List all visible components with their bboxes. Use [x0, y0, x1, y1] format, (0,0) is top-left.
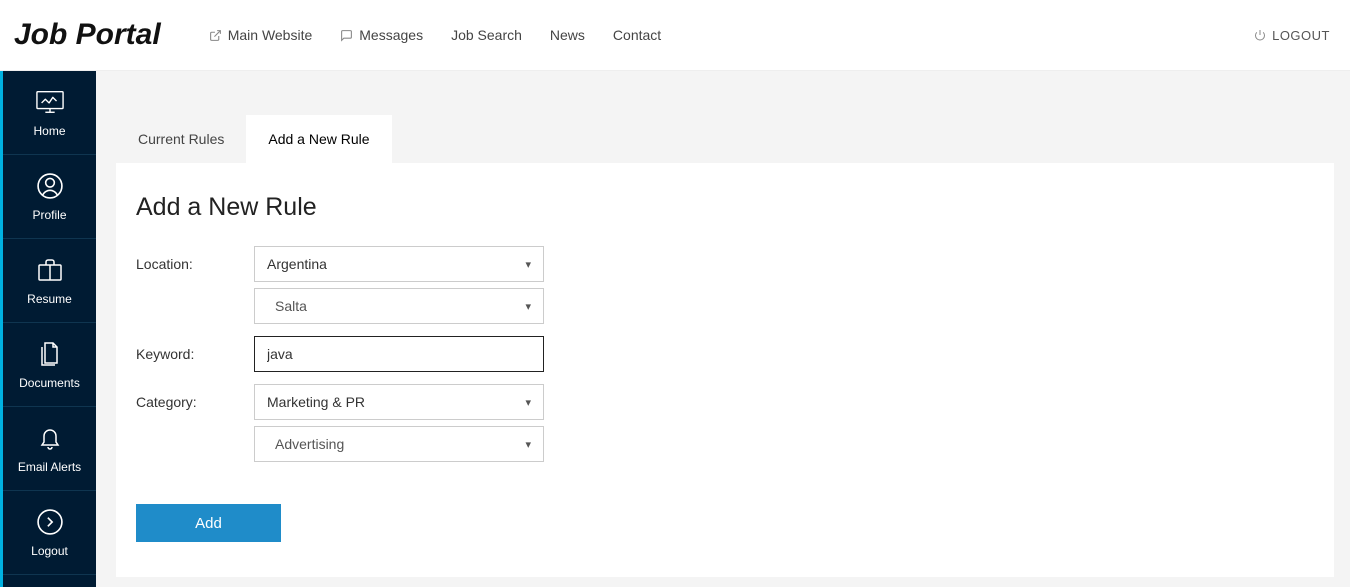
tab-label: Add a New Rule — [268, 131, 369, 147]
nav-label: Messages — [359, 27, 423, 43]
row-keyword: Keyword: — [136, 336, 1314, 372]
label-location: Location: — [136, 246, 254, 324]
logo: Job Portal — [10, 18, 161, 52]
page-title: Add a New Rule — [136, 193, 1314, 222]
nav-label: Contact — [613, 27, 661, 43]
message-icon — [340, 29, 353, 42]
monitor-icon — [36, 88, 64, 116]
briefcase-icon — [37, 256, 63, 284]
documents-icon — [38, 340, 62, 368]
user-icon — [37, 172, 63, 200]
select-region[interactable]: Salta ▾ — [254, 288, 544, 324]
nav-job-search[interactable]: Job Search — [451, 27, 522, 43]
top-nav: Main Website Messages Job Search News Co… — [209, 27, 661, 43]
chevron-down-icon: ▾ — [525, 300, 531, 313]
nav-label: News — [550, 27, 585, 43]
sidebar-item-resume[interactable]: Resume — [3, 239, 96, 323]
select-category[interactable]: Marketing & PR ▾ — [254, 384, 544, 420]
sidebar-item-profile[interactable]: Profile — [3, 155, 96, 239]
row-category: Category: Marketing & PR ▾ Advertising ▾ — [136, 384, 1314, 462]
arrow-circle-icon — [37, 508, 63, 536]
sidebar-item-documents[interactable]: Documents — [3, 323, 96, 407]
sidebar-item-home[interactable]: Home — [3, 71, 96, 155]
nav-contact[interactable]: Contact — [613, 27, 661, 43]
select-country-value: Argentina — [267, 256, 327, 272]
sidebar-item-logout[interactable]: Logout — [3, 491, 96, 575]
logout-link[interactable]: LOGOUT — [1254, 28, 1330, 43]
nav-news[interactable]: News — [550, 27, 585, 43]
label-category: Category: — [136, 384, 254, 462]
tab-add-new-rule[interactable]: Add a New Rule — [246, 115, 391, 163]
external-link-icon — [209, 29, 222, 42]
sidebar-label: Resume — [27, 292, 72, 306]
main-area: Current Rules Add a New Rule Add a New R… — [96, 71, 1350, 587]
label-keyword: Keyword: — [136, 336, 254, 372]
sidebar-label: Documents — [19, 376, 80, 390]
sidebar-label: Home — [33, 124, 65, 138]
logout-label: LOGOUT — [1272, 28, 1330, 43]
select-category-value: Marketing & PR — [267, 394, 365, 410]
sidebar: Home Profile Resume Documents Email Aler… — [0, 71, 96, 587]
select-region-value: Salta — [267, 298, 307, 314]
sidebar-item-email-alerts[interactable]: Email Alerts — [3, 407, 96, 491]
tab-label: Current Rules — [138, 131, 224, 147]
header: Job Portal Main Website Messages Job Sea… — [0, 0, 1350, 71]
tabs: Current Rules Add a New Rule — [116, 71, 1334, 163]
keyword-input[interactable] — [254, 336, 544, 372]
chevron-down-icon: ▾ — [525, 258, 531, 271]
select-subcategory[interactable]: Advertising ▾ — [254, 426, 544, 462]
bell-icon — [38, 424, 62, 452]
nav-label: Job Search — [451, 27, 522, 43]
nav-main-website[interactable]: Main Website — [209, 27, 313, 43]
row-location: Location: Argentina ▾ Salta ▾ — [136, 246, 1314, 324]
sidebar-label: Profile — [32, 208, 66, 222]
chevron-down-icon: ▾ — [525, 396, 531, 409]
select-country[interactable]: Argentina ▾ — [254, 246, 544, 282]
chevron-down-icon: ▾ — [525, 438, 531, 451]
sidebar-label: Email Alerts — [18, 460, 81, 474]
nav-messages[interactable]: Messages — [340, 27, 423, 43]
select-subcategory-value: Advertising — [267, 436, 344, 452]
tab-current-rules[interactable]: Current Rules — [116, 115, 246, 163]
add-button[interactable]: Add — [136, 504, 281, 542]
power-icon — [1254, 29, 1266, 41]
nav-label: Main Website — [228, 27, 313, 43]
form-panel: Add a New Rule Location: Argentina ▾ Sal… — [116, 163, 1334, 577]
sidebar-label: Logout — [31, 544, 68, 558]
